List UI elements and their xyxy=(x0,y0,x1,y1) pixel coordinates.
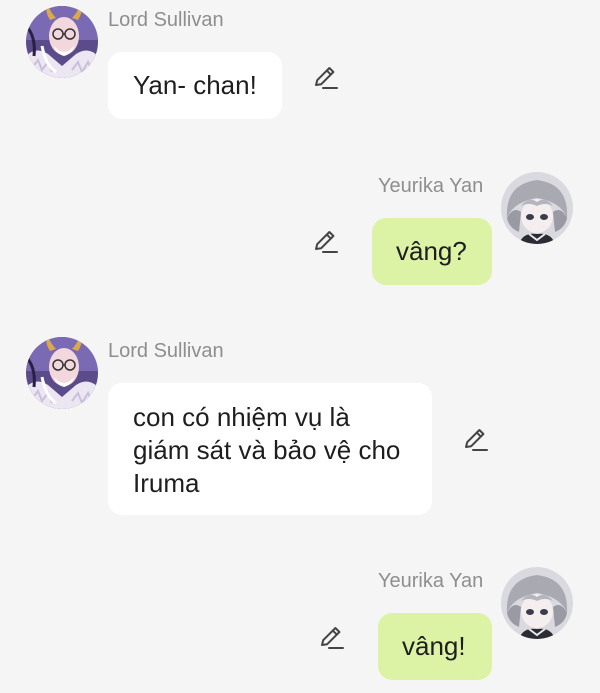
yeurika-yan-avatar[interactable] xyxy=(501,567,573,639)
message-bubble[interactable]: Yan- chan! xyxy=(108,52,282,119)
message-bubble[interactable]: con có nhiệm vụ là giám sát và bảo vệ ch… xyxy=(108,383,432,515)
message-bubble[interactable]: vâng! xyxy=(378,613,492,680)
lord-sullivan-avatar[interactable] xyxy=(26,6,98,78)
sender-name: Lord Sullivan xyxy=(108,340,224,362)
sender-name: Yeurika Yan xyxy=(378,175,484,197)
yeurika-yan-avatar[interactable] xyxy=(501,172,573,244)
pencil-icon[interactable] xyxy=(312,64,340,92)
lord-sullivan-avatar[interactable] xyxy=(26,337,98,409)
pencil-icon[interactable] xyxy=(318,624,346,652)
sender-name: Lord Sullivan xyxy=(108,9,224,31)
pencil-icon[interactable] xyxy=(312,228,340,256)
sender-name: Yeurika Yan xyxy=(378,570,484,592)
message-bubble[interactable]: vâng? xyxy=(372,218,492,285)
pencil-icon[interactable] xyxy=(462,426,490,454)
